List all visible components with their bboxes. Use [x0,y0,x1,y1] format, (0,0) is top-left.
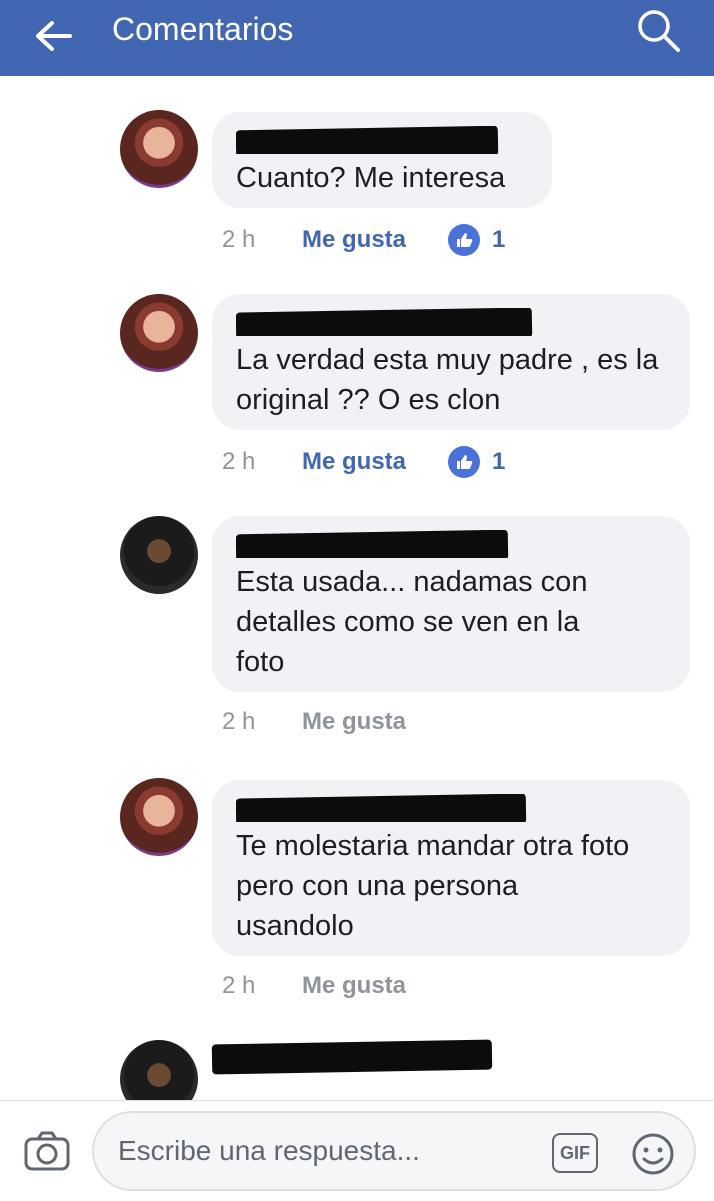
reply-input[interactable] [92,1111,696,1191]
author-name-redacted[interactable] [236,126,530,154]
emoji-icon [632,1133,674,1175]
comment-text: Cuanto? Me interesa [236,162,506,194]
avatar[interactable] [120,294,198,372]
avatar[interactable] [120,1040,198,1100]
reaction-count[interactable]: 1 [448,224,505,256]
like-button[interactable]: Me gusta [302,448,406,476]
top-bar: Comentarios [0,0,714,76]
arrow-left-icon [36,21,72,51]
avatar[interactable] [120,110,198,188]
comment-meta: 2 h Me gusta [222,972,406,1000]
comments-list[interactable]: Cuanto? Me interesa 2 h Me gusta 1 La ve… [0,76,714,1100]
reply-composer: GIF [0,1100,714,1201]
reaction-count[interactable]: 1 [448,446,505,478]
comment-text: Esta usada... nadamas con detalles como … [236,566,588,678]
comment-meta: 2 h Me gusta 1 [222,446,505,478]
thumbs-up-icon [448,224,481,256]
comment-text: La verdad esta muy padre , es la origina… [236,344,659,416]
author-name-redacted[interactable] [236,530,668,558]
avatar[interactable] [120,778,198,856]
camera-button[interactable] [22,1129,72,1173]
author-name-redacted[interactable] [236,794,668,822]
avatar[interactable] [120,516,198,594]
camera-icon [24,1131,70,1171]
thumbs-up-icon [448,446,481,478]
comment-time: 2 h [222,972,256,999]
author-name-redacted[interactable] [236,308,668,336]
comment-bubble[interactable]: Cuanto? Me interesa [212,112,552,208]
comment-time: 2 h [222,226,256,253]
comment-meta: 2 h Me gusta [222,708,406,736]
author-name-redacted[interactable] [211,1039,502,1075]
like-button[interactable]: Me gusta [302,972,406,1000]
like-button[interactable]: Me gusta [302,708,406,736]
comment-time: 2 h [222,708,256,735]
like-button[interactable]: Me gusta [302,226,406,254]
gif-button[interactable]: GIF [552,1133,598,1173]
comment-bubble[interactable]: Te molestaria mandar otra foto pero con … [212,780,690,956]
comment-text: Te molestaria mandar otra foto pero con … [236,830,630,942]
comment-time: 2 h [222,448,256,475]
comment-bubble[interactable]: Esta usada... nadamas con detalles como … [212,516,690,692]
back-button[interactable] [26,12,82,60]
comment-meta: 2 h Me gusta 1 [222,224,505,256]
search-button[interactable] [628,4,688,56]
page-title: Comentarios [112,11,294,47]
search-icon [638,10,680,52]
comment-bubble[interactable]: La verdad esta muy padre , es la origina… [212,294,690,430]
emoji-button[interactable] [630,1131,676,1177]
